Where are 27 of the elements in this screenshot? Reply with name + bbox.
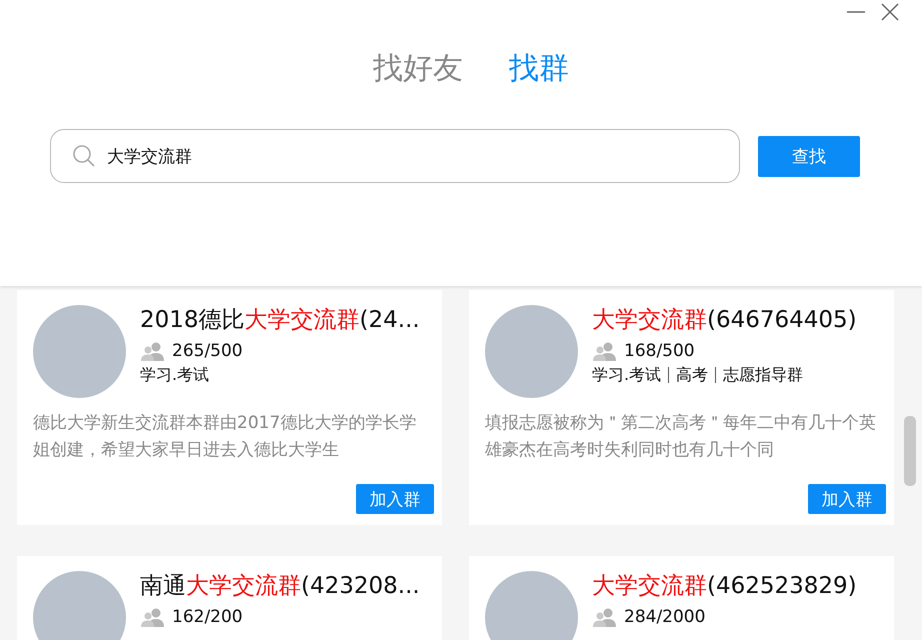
join-button[interactable]: 加入群 [808,484,886,514]
close-icon[interactable] [880,2,900,22]
group-description: 德比大学新生交流群本群由2017德比大学的学长学姐创建，希望大家早日进去入德比大学生 [33,412,418,462]
group-title: 大学交流群(646764405) [592,306,857,335]
tab[interactable]: 找群 [509,48,569,89]
search-button[interactable]: 查找 [758,136,860,176]
member-count: 168/500 [624,341,695,361]
member-count: 284/2000 [624,607,706,627]
member-count: 162/200 [172,607,243,627]
people-icon [140,341,166,361]
group-title: 大学交流群(462523829) [592,572,857,601]
scrollbar-thumb[interactable] [904,416,916,486]
group-tag: 志愿指导群 [715,367,810,383]
group-tag: 学习.考试 [140,367,216,383]
group-title: 2018德比大学交流群(24... [140,306,420,335]
join-button[interactable]: 加入群 [356,484,434,514]
search-icon [72,144,96,168]
member-count: 265/500 [172,341,243,361]
search-field[interactable]: 大学交流群 [50,129,740,183]
people-icon [592,607,618,627]
group-description: 填报志愿被称为＂第二次高考＂每年二中有几十个英雄豪杰在高考时失利同时也有几十个同 [485,412,877,462]
tab[interactable]: 找好友 [373,48,463,89]
people-icon [592,341,618,361]
group-tag: 学习.考试 [592,367,668,383]
people-icon [140,607,166,627]
group-title: 南通大学交流群(423208... [140,572,420,601]
group-tag: 高考 [668,367,716,383]
